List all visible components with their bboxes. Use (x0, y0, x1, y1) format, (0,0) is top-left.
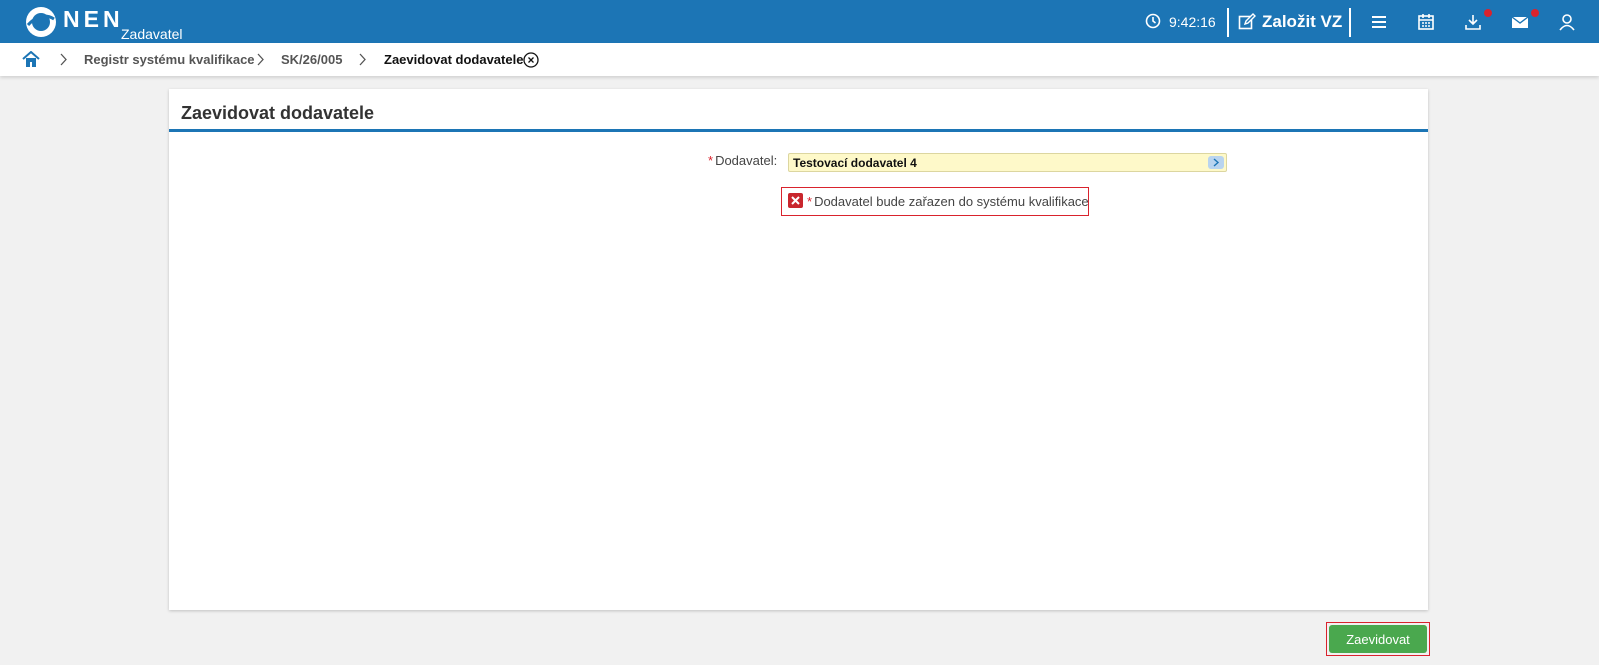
chevron-right-icon (257, 53, 264, 66)
breadcrumb-item-sk[interactable]: SK/26/005 (281, 52, 342, 67)
submit-button-frame: Zaevidovat (1326, 622, 1430, 656)
chevron-right-icon (359, 53, 366, 66)
checkbox-unchecked-icon[interactable] (788, 193, 803, 208)
divider (1349, 8, 1351, 37)
download-icon[interactable] (1463, 12, 1483, 32)
breadcrumb-item-registr[interactable]: Registr systému kvalifikace (84, 52, 255, 67)
top-bar: NEN Zadavatel 9:42:16 Založit VZ (0, 0, 1599, 43)
required-mark: * (708, 153, 714, 168)
breadcrumb: Registr systému kvalifikace SK/26/005 Za… (0, 43, 1599, 76)
nen-logo-icon[interactable] (24, 5, 58, 39)
supplier-label: * Dodavatel: (708, 153, 777, 168)
breadcrumb-item-current: Zaevidovat dodavatele (384, 52, 524, 67)
supplier-label-text: Dodavatel: (715, 153, 778, 168)
submit-button[interactable]: Zaevidovat (1329, 625, 1427, 653)
title-underline (169, 129, 1428, 132)
home-icon[interactable] (22, 51, 40, 68)
mail-notification-dot (1531, 9, 1539, 17)
edit-icon (1238, 13, 1256, 30)
mail-icon[interactable] (1510, 12, 1530, 32)
download-notification-dot (1484, 9, 1492, 17)
close-icon[interactable] (523, 52, 539, 68)
create-vz-button[interactable]: Založit VZ (1238, 11, 1342, 33)
calendar-icon[interactable] (1416, 12, 1436, 32)
supplier-value: Testovací dodavatel 4 (793, 156, 917, 170)
chevron-right-icon (60, 53, 67, 66)
logo-text[interactable]: NEN (63, 6, 124, 33)
create-vz-label: Založit VZ (1262, 12, 1343, 31)
logo-subtitle: Zadavatel (121, 26, 183, 42)
checkbox-label-text: Dodavatel bude zařazen do systému kvalif… (814, 194, 1089, 209)
supplier-field[interactable]: Testovací dodavatel 4 (788, 153, 1227, 172)
clock-icon (1145, 13, 1161, 29)
form-panel: Zaevidovat dodavatele * Dodavatel: Testov… (169, 89, 1428, 610)
divider (1227, 8, 1229, 37)
page-title: Zaevidovat dodavatele (181, 103, 375, 123)
required-mark: * (807, 194, 813, 209)
user-icon[interactable] (1557, 12, 1577, 32)
qualification-checkbox-row[interactable]: * Dodavatel bude zařazen do systému kvali… (781, 187, 1089, 216)
chevron-right-icon[interactable] (1208, 156, 1224, 169)
session-time: 9:42:16 (1169, 14, 1216, 30)
checkbox-label: * Dodavatel bude zařazen do systému kvali… (807, 194, 1089, 209)
menu-icon[interactable] (1369, 12, 1389, 32)
